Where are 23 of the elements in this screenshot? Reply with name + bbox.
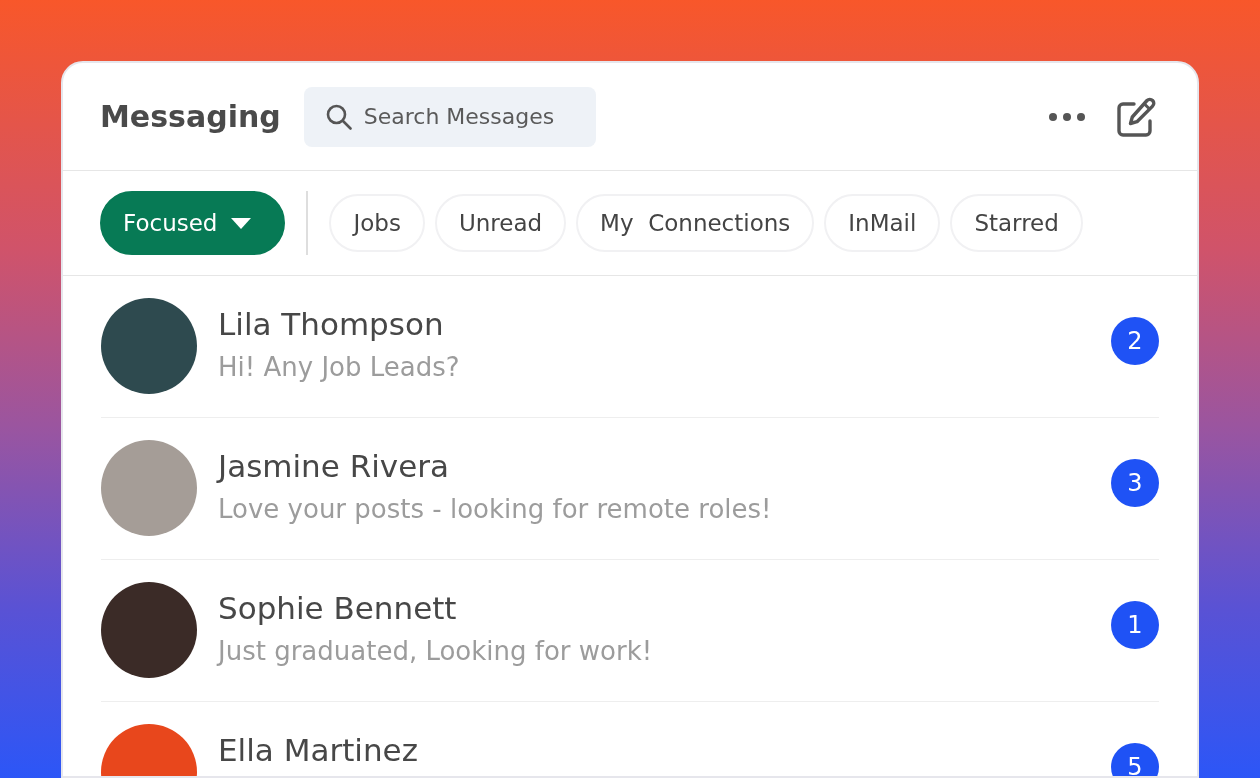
unread-count-badge: 5 [1111, 743, 1159, 776]
caret-icon [231, 217, 252, 229]
unread-count-badge: 2 [1111, 317, 1159, 365]
message-preview: Just graduated, Looking for work! [218, 634, 653, 668]
unread-count-badge: 1 [1111, 601, 1159, 649]
contact-name: Lila Thompson [218, 305, 444, 344]
unread-count-badge: 3 [1111, 459, 1159, 507]
contact-name: Jasmine Rivera [218, 447, 449, 486]
contact-name: Ella Martinez [218, 731, 418, 770]
edit-icon[interactable] [1117, 96, 1157, 137]
filter-chip[interactable]: My Connections [576, 194, 815, 252]
panel-title: Messaging [100, 99, 281, 134]
contact-name: Sophie Bennett [218, 589, 457, 628]
message-preview: Love your posts - looking for remote roles! [218, 492, 772, 526]
message-preview: Hi! Any Job Leads? [218, 350, 460, 384]
filter-chip[interactable]: Unread [434, 194, 567, 252]
filter-chip[interactable]: InMail [824, 194, 941, 252]
search-icon [325, 103, 352, 130]
search-field[interactable]: Search Messages [303, 86, 596, 147]
more-options-icon[interactable] [1049, 112, 1085, 121]
filter-chip[interactable]: Starred [950, 194, 1083, 252]
filter-chip[interactable]: Jobs [329, 194, 425, 252]
filter-dropdown[interactable]: Focused [100, 191, 286, 255]
